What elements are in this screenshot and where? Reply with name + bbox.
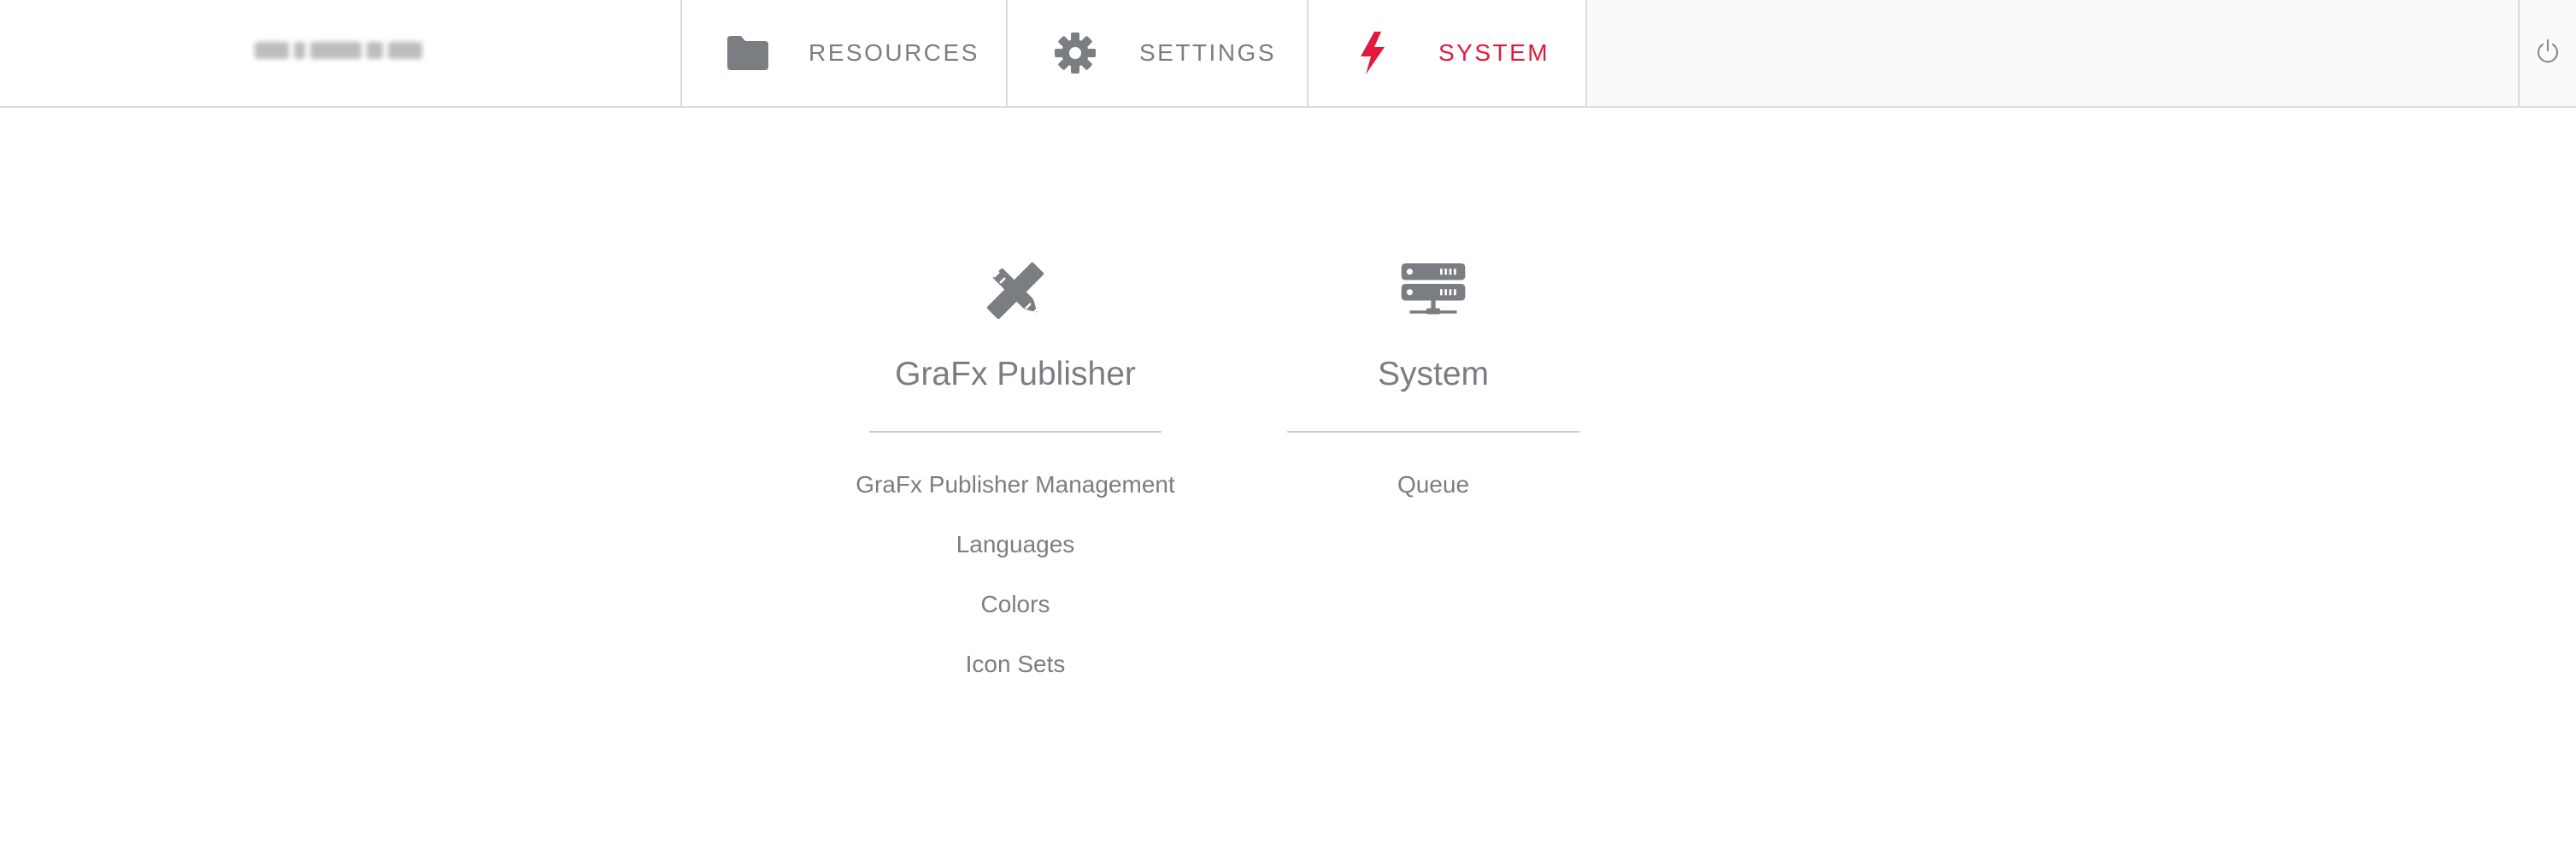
section-links: Queue bbox=[1262, 470, 1604, 499]
section-divider bbox=[1287, 431, 1579, 433]
power-button[interactable] bbox=[2518, 0, 2576, 106]
section-title: System bbox=[1377, 356, 1490, 392]
tab-settings[interactable]: SETTINGS bbox=[1008, 0, 1309, 106]
tab-system[interactable]: SYSTEM bbox=[1309, 0, 1587, 106]
link-icon-sets[interactable]: Icon Sets bbox=[844, 650, 1186, 679]
lightning-icon bbox=[1350, 30, 1396, 76]
server-icon bbox=[1401, 263, 1466, 315]
tab-resources[interactable]: RESOURCES bbox=[682, 0, 1008, 106]
pencil-ruler-icon bbox=[986, 262, 1044, 320]
gear-icon bbox=[1052, 30, 1098, 76]
link-languages[interactable]: Languages bbox=[844, 530, 1186, 559]
grafx-publisher-section: GraFx Publisher GraFx Publisher Manageme… bbox=[844, 257, 1186, 710]
top-navigation-bar: RESOURCES SETTINGS SYSTEM bbox=[0, 0, 2576, 108]
section-title: GraFx Publisher bbox=[895, 356, 1136, 392]
blurred-logo bbox=[255, 38, 423, 63]
tab-settings-label: SETTINGS bbox=[1139, 39, 1277, 66]
section-links: GraFx Publisher Management Languages Col… bbox=[844, 470, 1186, 679]
power-icon bbox=[2536, 38, 2560, 68]
link-colors[interactable]: Colors bbox=[844, 590, 1186, 619]
tab-resources-label: RESOURCES bbox=[809, 39, 979, 66]
folder-icon bbox=[725, 30, 771, 76]
brand-logo-area[interactable] bbox=[0, 0, 682, 106]
tab-system-label: SYSTEM bbox=[1438, 39, 1550, 66]
section-divider bbox=[869, 431, 1162, 433]
link-grafx-publisher-management[interactable]: GraFx Publisher Management bbox=[844, 470, 1186, 499]
link-queue[interactable]: Queue bbox=[1262, 470, 1604, 499]
system-section: System Queue bbox=[1262, 257, 1604, 530]
